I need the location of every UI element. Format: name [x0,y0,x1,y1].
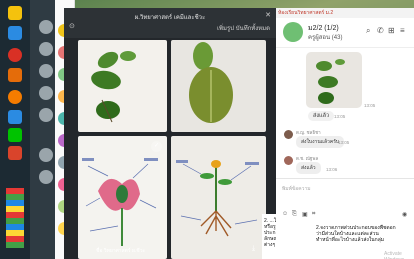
album-window: ผ.วิทยาศาสตร์ เคมีและชีวะ ⊙ เพิ่มรูป บัน… [64,8,276,259]
back-icon[interactable]: ⊙ [69,22,75,30]
mic-icon[interactable]: ◉ [402,211,407,218]
calls-icon[interactable] [39,86,53,100]
call-icon[interactable]: ✆ [377,26,384,35]
sender-avatar[interactable] [284,156,293,165]
sender-name: ด.ญ. ชลธิชา [296,130,321,135]
photo-leaves-2[interactable] [171,40,266,132]
emoji-icon[interactable]: ☺ [282,211,288,217]
close-icon[interactable]: ✕ [265,11,271,19]
timeline-icon[interactable] [39,64,53,78]
photo-plant-drawing[interactable]: ⤓ [171,136,266,259]
sender-avatar[interactable] [284,130,293,139]
document-text: 2.จงวาดภาพส่วนประกอบของพืชดอก ว่ามีส่วนใ… [316,225,396,243]
message-input[interactable]: พิมพ์ข้อความ [282,185,311,193]
message-time: 13:05 [334,114,346,119]
image-icon[interactable]: ▣ [302,211,308,218]
message-input-area[interactable]: พิมพ์ข้อความ ☺ ⎘ ▣ ⌗ ◉ 2.จงวาดภาพส่วนประ… [276,178,414,259]
activation-watermark: Activate Windows [384,251,404,259]
album-title: ผ.วิทยาศาสตร์ เคมีและชีวะ [134,15,206,21]
tray-icons[interactable] [6,188,24,248]
message-bubble: ส่งแล้ว [296,162,321,174]
app-icon[interactable] [8,68,22,82]
message-time: 13:05 [364,103,376,108]
message-bubble: ส่งแล้ว [308,111,335,121]
chats-icon[interactable] [39,42,53,56]
firefox-icon[interactable] [8,90,22,104]
file-explorer-icon[interactable] [8,6,22,20]
browser-icon[interactable] [8,26,22,40]
attach-icon[interactable]: ⎘ [292,211,297,218]
more-icon[interactable] [39,108,53,122]
chat-titlebar: ห้องเรียนวิทยาศาสตร์ ม.2 [276,8,414,18]
chrome-icon[interactable] [8,48,22,62]
group-avatar[interactable] [283,22,303,42]
powerpoint-icon[interactable] [8,146,22,160]
photo-leaves-1[interactable] [78,40,167,132]
app-icon[interactable] [8,110,22,124]
album-header: ผ.วิทยาศาสตร์ เคมีและชีวะ ⊙ เพิ่มรูป บัน… [64,8,276,38]
taskbar [0,0,30,259]
window-title: ห้องเรียนวิทยาศาสตร์ ม.2 [278,10,334,16]
sender-name: ด.ช. ณัฐพล [296,156,319,161]
photo-caption: ชื่อ วิทยาศาสตร์ ผ.ชีวะ [96,248,146,254]
chat-window: ห้องเรียนวิทยาศาสตร์ ม.2 ม2/2 (1/2) ครูผ… [276,8,414,259]
video-icon[interactable]: ⊞ [388,26,395,35]
line-app-icon[interactable] [8,128,22,142]
friends-icon[interactable] [39,20,53,34]
chat-header: ม2/2 (1/2) ครูผู้สอน (43) ⌕ ✆ ⊞ ≡ [276,18,414,48]
add-photo-button[interactable]: เพิ่มรูป [217,23,234,33]
save-all-button[interactable]: บันทึกทั้งหมด [236,23,270,33]
group-members: ครูผู้สอน (43) [308,35,343,41]
shared-photo[interactable] [306,52,362,108]
menu-icon[interactable] [39,170,53,184]
select-check-icon[interactable]: ✓ [151,141,162,152]
screenshot-icon[interactable]: ⌗ [312,211,315,218]
message-time: 13:05 [338,140,350,145]
settings-icon[interactable] [39,148,53,162]
message-bubble: ส่งใบงานแล้วครับ [296,136,345,148]
photo-grid: ✓ ชื่อ วิทยาศาสตร์ ผ.ชีวะ ⤓ [76,38,268,259]
message-time: 13:06 [326,167,338,172]
photo-flower-drawing[interactable]: ✓ ชื่อ วิทยาศาสตร์ ผ.ชีวะ [78,136,167,259]
download-icon[interactable]: ⤓ [252,245,260,253]
menu-icon[interactable]: ≡ [400,26,405,35]
search-icon[interactable]: ⌕ [366,26,370,36]
